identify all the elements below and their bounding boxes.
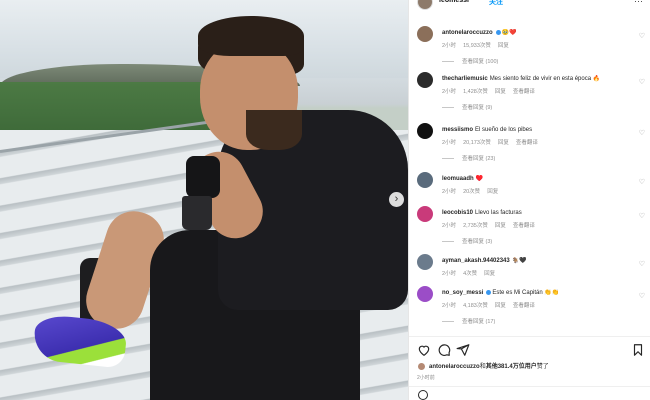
mate-cup bbox=[182, 196, 212, 230]
comment-time: 2小时 bbox=[442, 303, 457, 309]
comment-like-count[interactable]: 4次赞 bbox=[463, 271, 477, 277]
mate-thermos bbox=[186, 156, 220, 198]
comment-text-line: leomuaadh ♥️ bbox=[442, 175, 632, 183]
commenter-username[interactable]: leocobis10 bbox=[442, 210, 473, 216]
commenter-username[interactable]: leomuaadh bbox=[442, 176, 474, 182]
comment-icon[interactable] bbox=[437, 343, 451, 357]
comment-body: Este es Mi Capitán 👏👏 bbox=[492, 290, 560, 296]
likes-others[interactable]: 其他381.4万位用户 bbox=[486, 364, 537, 370]
comment-heart-icon[interactable]: ♡ bbox=[639, 212, 645, 220]
liker-username[interactable]: antonelaroccuzzo bbox=[429, 364, 480, 370]
heart-icon[interactable] bbox=[417, 343, 431, 357]
author-username[interactable]: leomessi bbox=[439, 0, 469, 4]
commenter-avatar[interactable] bbox=[417, 206, 433, 222]
comment-meta: 2小时 15,933次赞 回复 bbox=[442, 41, 516, 49]
commenter-avatar[interactable] bbox=[417, 172, 433, 188]
bookmark-icon[interactable] bbox=[631, 343, 645, 357]
comment-time: 2小时 bbox=[442, 189, 457, 195]
comment-body: 🥹❤️ bbox=[501, 30, 517, 36]
comment-body: Mes siento feliz de vivir en esta época … bbox=[489, 76, 601, 82]
verified-badge-icon bbox=[486, 289, 492, 295]
comment-like-count[interactable]: 1,428次赞 bbox=[463, 89, 488, 95]
view-replies-button[interactable]: 查看回复 (9) bbox=[442, 103, 492, 111]
post-side-panel: leomessi 关注 ··· antonelaroccuzzo 🥹❤️ 2小时 15… bbox=[408, 0, 650, 400]
comment-heart-icon[interactable]: ♡ bbox=[639, 292, 645, 300]
send-icon[interactable] bbox=[456, 343, 470, 357]
commenter-avatar[interactable] bbox=[417, 123, 433, 139]
post-header: leomessi 关注 ··· bbox=[409, 0, 650, 10]
beard bbox=[246, 110, 302, 150]
comment-text-line: leocobis10 Llevo las facturas bbox=[442, 209, 632, 217]
comment-time: 2小时 bbox=[442, 271, 457, 277]
hair-top bbox=[198, 16, 304, 56]
comment-meta: 2小时 4次赞 回复 bbox=[442, 269, 502, 277]
verified-badge-icon bbox=[495, 29, 501, 35]
comment-heart-icon[interactable]: ♡ bbox=[639, 78, 645, 86]
comment-meta: 2小时 1,428次赞 回复 查看翻译 bbox=[442, 87, 542, 95]
comment-like-count[interactable]: 20次赞 bbox=[463, 189, 480, 195]
comment-meta: 2小时 20次赞 回复 bbox=[442, 187, 505, 195]
likes-suffix: 赞了 bbox=[536, 364, 549, 370]
comment-like-count[interactable]: 20,173次赞 bbox=[463, 140, 491, 146]
comment-text-line: no_soy_messi Este es Mi Capitán 👏👏 bbox=[442, 289, 632, 297]
view-replies-button[interactable]: 查看回复 (100) bbox=[442, 57, 498, 65]
comment-heart-icon[interactable]: ♡ bbox=[639, 32, 645, 40]
comment-like-count[interactable]: 15,933次赞 bbox=[463, 43, 491, 49]
reply-button[interactable]: 回复 bbox=[484, 271, 495, 277]
action-bar bbox=[409, 336, 650, 360]
comment-text-line: thecharliemusic Mes siento feliz de vivir… bbox=[442, 75, 632, 83]
translate-button[interactable]: 查看翻译 bbox=[513, 89, 535, 95]
comment-meta: 2小时 2,735次赞 回复 查看翻译 bbox=[442, 221, 542, 229]
comment-time: 2小时 bbox=[442, 89, 457, 95]
commenter-avatar[interactable] bbox=[417, 26, 433, 42]
commenter-username[interactable]: no_soy_messi bbox=[442, 290, 483, 296]
smiley-icon[interactable] bbox=[418, 390, 428, 400]
comment-like-count[interactable]: 4,183次赞 bbox=[463, 303, 488, 309]
add-comment-bar[interactable] bbox=[409, 386, 650, 400]
liker-avatar bbox=[417, 361, 426, 371]
comment-text-line: ayman_akash.94402343 🐐🖤 bbox=[442, 257, 632, 265]
comment-body: El sueño de los pibes bbox=[475, 127, 533, 133]
translate-button[interactable]: 查看翻译 bbox=[516, 140, 538, 146]
next-image-icon[interactable]: › bbox=[389, 192, 404, 207]
comment-text-line: messiismo El sueño de los pibes bbox=[442, 126, 632, 134]
translate-button[interactable]: 查看翻译 bbox=[513, 303, 535, 309]
commenter-username[interactable]: ayman_akash.94402343 bbox=[442, 258, 510, 264]
comment-meta: 2小时 20,173次赞 回复 查看翻译 bbox=[442, 138, 545, 146]
commenter-username[interactable]: messiismo bbox=[442, 127, 473, 133]
comment-heart-icon[interactable]: ♡ bbox=[639, 129, 645, 137]
comment-time: 2小时 bbox=[442, 140, 457, 146]
comment-body: ♥️ bbox=[475, 176, 484, 182]
comment-body: Llevo las facturas bbox=[475, 210, 522, 216]
comment-time: 2小时 bbox=[442, 223, 457, 229]
commenter-avatar[interactable] bbox=[417, 286, 433, 302]
comment-body: 🐐🖤 bbox=[511, 258, 527, 264]
reply-button[interactable]: 回复 bbox=[495, 223, 506, 229]
comment-text-line: antonelaroccuzzo 🥹❤️ bbox=[442, 29, 632, 37]
view-replies-button[interactable]: 查看回复 (3) bbox=[442, 237, 492, 245]
author-avatar[interactable] bbox=[417, 0, 433, 10]
view-replies-button[interactable]: 查看回复 (23) bbox=[442, 154, 495, 162]
more-horizontal-icon[interactable]: ··· bbox=[634, 0, 643, 6]
post-photo[interactable]: › bbox=[0, 0, 408, 400]
follow-button[interactable]: 关注 bbox=[489, 0, 503, 7]
commenter-avatar[interactable] bbox=[417, 72, 433, 88]
reply-button[interactable]: 回复 bbox=[495, 303, 506, 309]
reply-button[interactable]: 回复 bbox=[498, 43, 509, 49]
reply-button[interactable]: 回复 bbox=[495, 89, 506, 95]
comment-like-count[interactable]: 2,735次赞 bbox=[463, 223, 488, 229]
comment-heart-icon[interactable]: ♡ bbox=[639, 178, 645, 186]
view-replies-button[interactable]: 查看回复 (17) bbox=[442, 317, 495, 325]
translate-button[interactable]: 查看翻译 bbox=[513, 223, 535, 229]
commenter-username[interactable]: antonelaroccuzzo bbox=[442, 30, 493, 36]
comment-heart-icon[interactable]: ♡ bbox=[639, 260, 645, 268]
likes-summary[interactable]: antonelaroccuzzo和其他381.4万位用户赞了 bbox=[417, 361, 549, 371]
post-timestamp: 2小时前 bbox=[417, 375, 435, 381]
commenter-avatar[interactable] bbox=[417, 254, 433, 270]
comment-time: 2小时 bbox=[442, 43, 457, 49]
reply-button[interactable]: 回复 bbox=[487, 189, 498, 195]
commenter-username[interactable]: thecharliemusic bbox=[442, 76, 488, 82]
comment-meta: 2小时 4,183次赞 回复 查看翻译 bbox=[442, 301, 542, 309]
reply-button[interactable]: 回复 bbox=[498, 140, 509, 146]
